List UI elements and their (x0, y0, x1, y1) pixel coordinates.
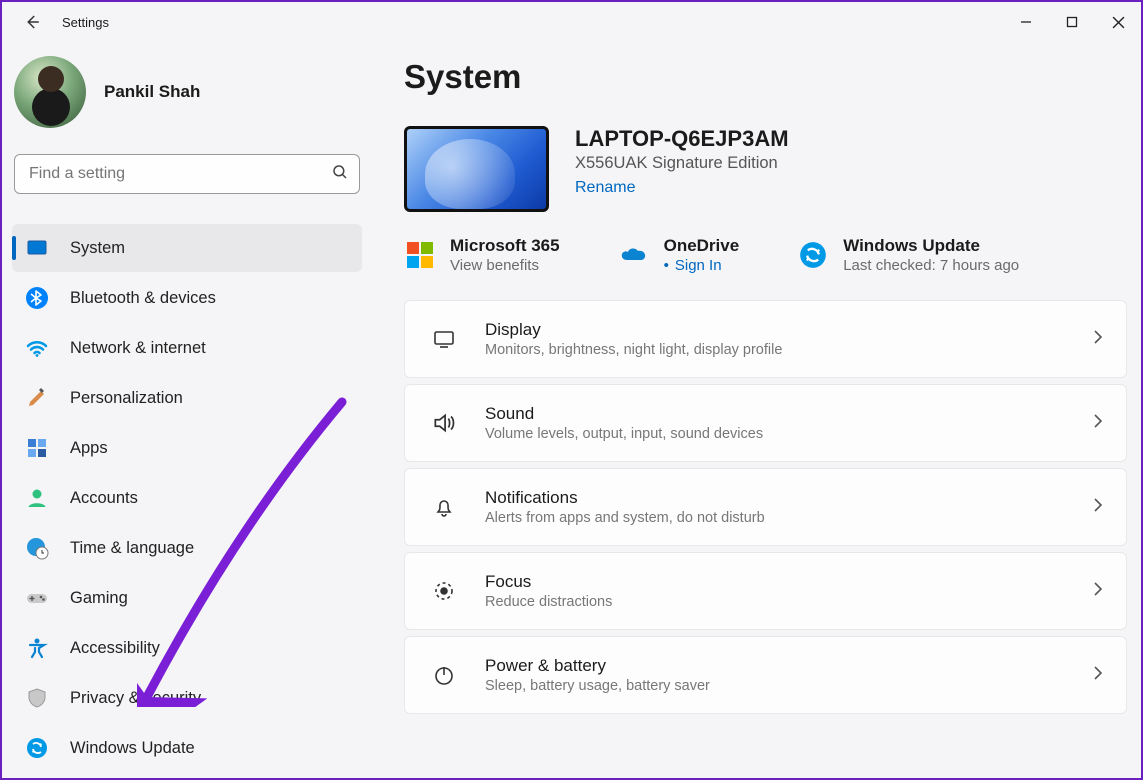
card-subtitle: Sleep, battery usage, battery saver (485, 678, 1064, 694)
card-list: Display Monitors, brightness, night light… (404, 300, 1127, 714)
card-title: Notifications (485, 488, 1064, 508)
search-field[interactable] (29, 165, 331, 183)
sidebar-item-accessibility[interactable]: Accessibility (12, 624, 362, 672)
card-title: Focus (485, 572, 1064, 592)
sidebar-item-update[interactable]: Windows Update (12, 724, 362, 772)
quick-subtitle: View benefits (450, 257, 560, 274)
gamepad-icon (24, 585, 50, 611)
card-subtitle: Alerts from apps and system, do not dist… (485, 510, 1064, 526)
sidebar-item-system[interactable]: System (12, 224, 362, 272)
sidebar-item-privacy[interactable]: Privacy & security (12, 674, 362, 722)
globe-clock-icon (24, 535, 50, 561)
chevron-right-icon (1092, 413, 1104, 434)
titlebar: Settings (2, 2, 1141, 42)
chevron-right-icon (1092, 329, 1104, 350)
user-name: Pankil Shah (104, 82, 200, 102)
microsoft-logo-icon (404, 239, 436, 271)
sidebar-item-label: Apps (70, 439, 108, 458)
card-title: Sound (485, 404, 1064, 424)
sidebar-item-personalization[interactable]: Personalization (12, 374, 362, 422)
quick-links: Microsoft 365 View benefits OneDrive Sig… (404, 236, 1127, 274)
person-icon (24, 485, 50, 511)
card-focus[interactable]: Focus Reduce distractions (404, 552, 1127, 630)
sidebar-item-apps[interactable]: Apps (12, 424, 362, 472)
search-icon (331, 163, 349, 186)
device-thumbnail[interactable] (404, 126, 549, 212)
onedrive-icon (618, 239, 650, 271)
card-subtitle: Monitors, brightness, night light, displ… (485, 342, 1064, 358)
card-sound[interactable]: Sound Volume levels, output, input, sound… (404, 384, 1127, 462)
sidebar-item-accounts[interactable]: Accounts (12, 474, 362, 522)
card-subtitle: Reduce distractions (485, 594, 1064, 610)
chevron-right-icon (1092, 497, 1104, 518)
sidebar-item-label: Time & language (70, 539, 194, 558)
quick-ms365[interactable]: Microsoft 365 View benefits (404, 236, 560, 274)
quick-subtitle: Last checked: 7 hours ago (843, 257, 1019, 274)
rename-link[interactable]: Rename (575, 179, 789, 197)
sidebar-item-label: System (70, 239, 125, 258)
quick-windows-update[interactable]: Windows Update Last checked: 7 hours ago (797, 236, 1019, 274)
maximize-button[interactable] (1049, 2, 1095, 42)
wifi-icon (24, 335, 50, 361)
card-title: Display (485, 320, 1064, 340)
quick-onedrive[interactable]: OneDrive Sign In (618, 236, 740, 274)
chevron-right-icon (1092, 581, 1104, 602)
device-model: X556UAK Signature Edition (575, 154, 789, 173)
quick-subtitle: Sign In (664, 257, 740, 274)
sidebar-item-gaming[interactable]: Gaming (12, 574, 362, 622)
device-name: LAPTOP-Q6EJP3AM (575, 126, 789, 152)
sync-icon (797, 239, 829, 271)
main-panel: System LAPTOP-Q6EJP3AM X556UAK Signature… (372, 42, 1141, 772)
sidebar-item-label: Privacy & security (70, 689, 201, 708)
quick-title: Microsoft 365 (450, 236, 560, 256)
sidebar-item-label: Windows Update (70, 739, 195, 758)
sidebar-item-label: Gaming (70, 589, 128, 608)
bluetooth-icon (24, 285, 50, 311)
sidebar-item-label: Accessibility (70, 639, 160, 658)
sidebar: Pankil Shah System Bluetooth & devices N… (2, 42, 372, 772)
shield-icon (24, 685, 50, 711)
sidebar-item-label: Personalization (70, 389, 183, 408)
user-profile[interactable]: Pankil Shah (12, 48, 362, 154)
window-title: Settings (62, 15, 109, 30)
focus-icon (431, 578, 457, 604)
card-display[interactable]: Display Monitors, brightness, night light… (404, 300, 1127, 378)
nav-list: System Bluetooth & devices Network & int… (12, 224, 362, 772)
sidebar-item-label: Bluetooth & devices (70, 289, 216, 308)
device-summary: LAPTOP-Q6EJP3AM X556UAK Signature Editio… (404, 126, 1127, 212)
sidebar-item-bluetooth[interactable]: Bluetooth & devices (12, 274, 362, 322)
card-notifications[interactable]: Notifications Alerts from apps and system… (404, 468, 1127, 546)
paintbrush-icon (24, 385, 50, 411)
power-icon (431, 662, 457, 688)
system-icon (24, 235, 50, 261)
quick-title: OneDrive (664, 236, 740, 256)
sidebar-item-label: Accounts (70, 489, 138, 508)
minimize-button[interactable] (1003, 2, 1049, 42)
card-title: Power & battery (485, 656, 1064, 676)
page-title: System (404, 58, 1127, 96)
quick-title: Windows Update (843, 236, 1019, 256)
close-button[interactable] (1095, 2, 1141, 42)
sync-icon (24, 735, 50, 761)
bell-icon (431, 494, 457, 520)
monitor-icon (431, 326, 457, 352)
accessibility-icon (24, 635, 50, 661)
card-subtitle: Volume levels, output, input, sound devi… (485, 426, 1064, 442)
speaker-icon (431, 410, 457, 436)
card-power[interactable]: Power & battery Sleep, battery usage, bat… (404, 636, 1127, 714)
avatar (14, 56, 86, 128)
chevron-right-icon (1092, 665, 1104, 686)
apps-icon (24, 435, 50, 461)
sidebar-item-network[interactable]: Network & internet (12, 324, 362, 372)
search-input[interactable] (14, 154, 360, 194)
sidebar-item-label: Network & internet (70, 339, 206, 358)
window-controls (1003, 2, 1141, 42)
back-button[interactable] (20, 10, 44, 34)
sidebar-item-time[interactable]: Time & language (12, 524, 362, 572)
